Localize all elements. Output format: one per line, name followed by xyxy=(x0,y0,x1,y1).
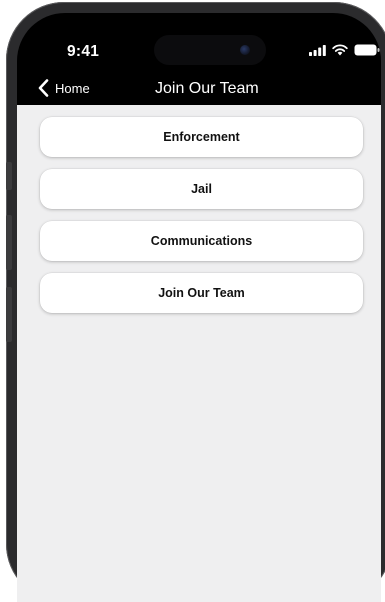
page-title: Join Our Team xyxy=(155,80,259,97)
status-bar: 9:41 xyxy=(17,13,381,75)
phone-frame: 9:41 Home Join Our Team Enforcement Jail… xyxy=(6,2,385,602)
chevron-left-icon xyxy=(38,79,49,97)
dynamic-island xyxy=(154,35,266,65)
menu-item-jail[interactable]: Jail xyxy=(40,169,363,209)
signal-icon xyxy=(309,44,326,56)
battery-icon xyxy=(354,44,380,56)
back-button[interactable]: Home xyxy=(38,79,90,97)
volume-up-button xyxy=(6,215,12,270)
menu-item-communications[interactable]: Communications xyxy=(40,221,363,261)
status-time: 9:41 xyxy=(67,43,100,60)
back-label: Home xyxy=(55,80,90,96)
menu-list: Enforcement Jail Communications Join Our… xyxy=(40,117,363,325)
menu-item-join-our-team[interactable]: Join Our Team xyxy=(40,273,363,313)
menu-item-enforcement[interactable]: Enforcement xyxy=(40,117,363,157)
status-icons xyxy=(309,44,380,56)
volume-down-button xyxy=(6,287,12,342)
phone-screen: 9:41 Home Join Our Team Enforcement Jail… xyxy=(17,13,381,602)
camera-icon xyxy=(240,45,250,55)
wifi-icon xyxy=(332,44,348,56)
content-area: Enforcement Jail Communications Join Our… xyxy=(17,105,381,602)
navigation-bar: Home Join Our Team xyxy=(17,75,381,105)
action-button xyxy=(6,162,12,190)
